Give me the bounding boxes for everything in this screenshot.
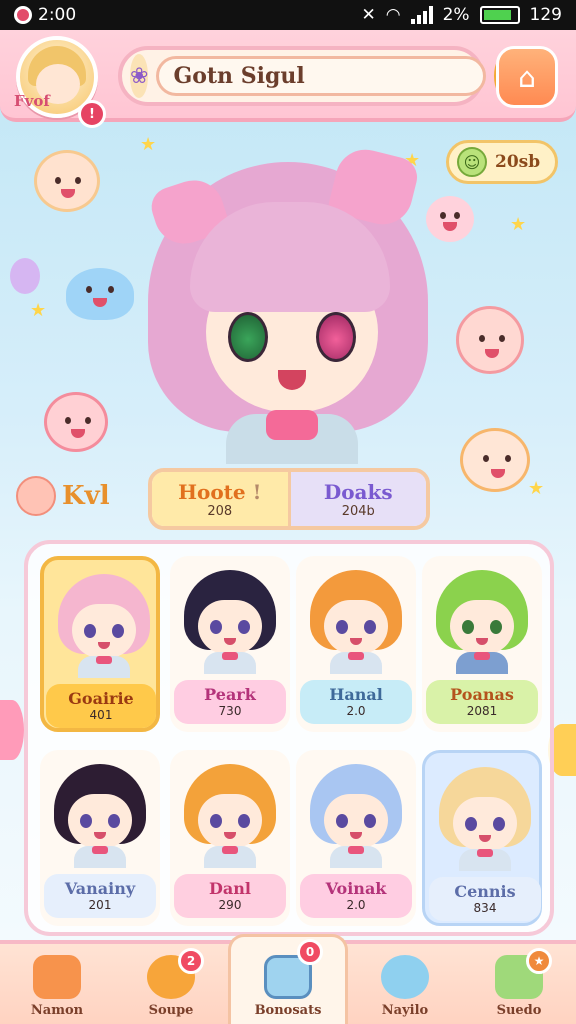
- nav-item-namon[interactable]: Namon: [0, 944, 114, 1024]
- battery-percent: 2%: [442, 5, 470, 25]
- character-grid: Goairie 401 Peark 730 Hanal 2.0 Poanas 2…: [24, 540, 554, 936]
- character-portrait: [432, 564, 532, 674]
- notification-badge: 0: [297, 939, 323, 965]
- nav-item-soupe[interactable]: Soupe 2: [114, 944, 228, 1024]
- star-icon: ★: [528, 478, 545, 499]
- character-card-cennis[interactable]: Cennis 834: [422, 750, 542, 926]
- character-card-poanas[interactable]: Poanas 2081: [422, 556, 542, 732]
- character-portrait: [180, 564, 280, 674]
- character-portrait: [50, 758, 150, 868]
- featured-character[interactable]: [138, 142, 438, 464]
- nav-item-nayilo[interactable]: Nayilo: [348, 944, 462, 1024]
- pig-icon: [16, 476, 56, 516]
- leaf-coin-icon: ☺: [457, 147, 487, 177]
- wifi-icon: ◠: [385, 5, 401, 25]
- character-card-goairie[interactable]: Goairie 401: [40, 556, 160, 732]
- tab-count: 204b: [341, 503, 375, 519]
- tab-doaks[interactable]: Doaks 204b: [290, 472, 426, 526]
- search-input[interactable]: [156, 56, 487, 96]
- character-portrait: [180, 758, 280, 868]
- side-label: Kvl: [16, 476, 110, 516]
- notification-badge: ★: [526, 948, 552, 974]
- character-portrait: [54, 568, 154, 678]
- top-header: ! ❀ ⟳ ⌂: [0, 30, 576, 128]
- mascot-sticker: [456, 306, 524, 374]
- character-name-plate: Danl 290: [174, 874, 286, 918]
- nav-item-suedo[interactable]: Suedo ★: [462, 944, 576, 1024]
- character-portrait: [306, 758, 406, 868]
- mascot-sticker: [44, 392, 108, 452]
- creature-icon: [381, 955, 429, 999]
- tab-label: Hoote !: [178, 479, 262, 504]
- bottom-nav: Namon Soupe 2 Bonosats 0 Nayilo Suedo ★: [0, 934, 576, 1024]
- character-name-plate: Poanas 2081: [426, 680, 538, 724]
- tab-hoote[interactable]: Hoote ! 208: [152, 472, 291, 526]
- star-icon: ★: [510, 214, 527, 235]
- search-bar: ❀ ⟳: [118, 46, 519, 106]
- slime-sticker: [66, 268, 134, 320]
- home-button[interactable]: ⌂: [496, 46, 558, 108]
- balloon-icon: [10, 258, 40, 294]
- mascot-sticker: [34, 150, 100, 212]
- character-card-voinak[interactable]: Voinak 2.0: [296, 750, 416, 926]
- character-name-plate: Voinak 2.0: [300, 874, 412, 918]
- character-portrait: [435, 761, 535, 871]
- signal-icon: [410, 6, 433, 24]
- currency-pill[interactable]: ☺ 20sb: [446, 140, 558, 184]
- profile-level-badge: !: [78, 100, 106, 128]
- character-card-peark[interactable]: Peark 730: [170, 556, 290, 732]
- currency-value: 20sb: [495, 152, 541, 172]
- notification-badge: 2: [178, 948, 204, 974]
- category-tabs: Hoote ! 208 Doaks 204b: [148, 468, 430, 530]
- tab-label: Doaks: [323, 479, 393, 504]
- character-name-plate: Hanal 2.0: [300, 680, 412, 724]
- battery-icon: [479, 6, 520, 24]
- character-card-vanainy[interactable]: Vanainy 201: [40, 750, 160, 926]
- status-left-text: 2:00: [38, 5, 77, 25]
- tab-count: 208: [207, 503, 233, 519]
- character-card-danl[interactable]: Danl 290: [170, 750, 290, 926]
- character-name-plate: Vanainy 201: [44, 874, 156, 918]
- mute-icon: ✕: [361, 5, 376, 25]
- character-name-plate: Cennis 834: [429, 877, 541, 921]
- mascot-sticker: [460, 428, 530, 492]
- nav-item-bonosats[interactable]: Bonosats 0: [228, 934, 348, 1024]
- star-icon: ★: [30, 300, 47, 321]
- status-time: 129: [529, 5, 562, 25]
- house-icon: [33, 955, 81, 999]
- balloon-icon: [0, 700, 24, 760]
- status-bar: 2:00 ✕ ◠ 2% 129: [0, 0, 576, 30]
- profile-name-tag: Fvof: [14, 92, 50, 110]
- character-name-plate: Peark 730: [174, 680, 286, 724]
- fruit-icon: ❀: [130, 54, 149, 98]
- character-portrait: [306, 564, 406, 674]
- character-card-hanal[interactable]: Hanal 2.0: [296, 556, 416, 732]
- notification-icon: [14, 6, 32, 24]
- character-name-plate: Goairie 401: [46, 684, 156, 728]
